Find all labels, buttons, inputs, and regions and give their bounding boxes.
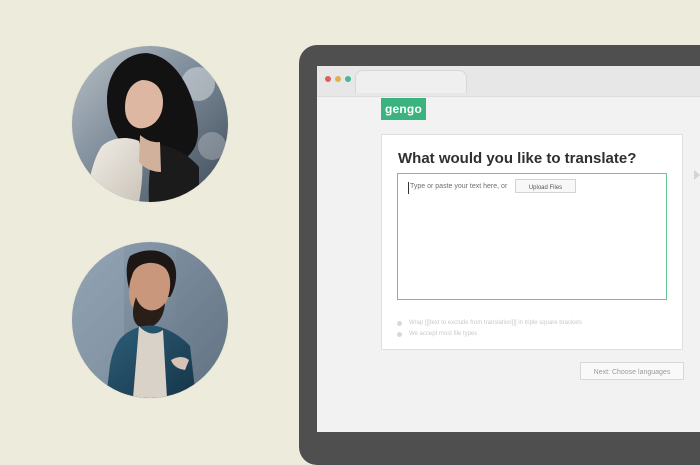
page-title: What would you like to translate? bbox=[398, 150, 637, 167]
text-caret bbox=[408, 182, 409, 194]
hint-text: Wrap [[[text to exclude from translation… bbox=[409, 320, 582, 326]
hint-item: We accept most file types bbox=[397, 329, 667, 340]
translation-card: What would you like to translate? Type o… bbox=[381, 134, 683, 350]
hint-item: Wrap [[[text to exclude from translation… bbox=[397, 318, 667, 329]
placeholder-text: Type or paste your text here, or bbox=[410, 183, 508, 190]
hint-bullet-icon bbox=[397, 321, 402, 326]
help-list: Wrap [[[text to exclude from translation… bbox=[397, 318, 667, 340]
next-choose-languages-button[interactable]: Next: Choose languages bbox=[580, 362, 684, 380]
hint-bullet-icon bbox=[397, 332, 402, 337]
upload-files-button[interactable]: Upload Files bbox=[515, 179, 576, 193]
portrait-2 bbox=[72, 242, 228, 398]
browser-toolbar bbox=[317, 66, 700, 97]
gengo-logo[interactable]: gengo bbox=[381, 98, 426, 120]
hint-text: We accept most file types bbox=[409, 331, 478, 337]
browser-screen: gengo What would you like to translate? … bbox=[317, 66, 700, 432]
window-minimize-dot[interactable] bbox=[335, 76, 341, 82]
portrait-1 bbox=[72, 46, 228, 202]
side-arrow-icon bbox=[694, 170, 700, 180]
browser-tab[interactable] bbox=[355, 70, 467, 93]
window-close-dot[interactable] bbox=[325, 76, 331, 82]
translation-text-area[interactable]: Type or paste your text here, or Upload … bbox=[397, 173, 667, 300]
window-maximize-dot[interactable] bbox=[345, 76, 351, 82]
